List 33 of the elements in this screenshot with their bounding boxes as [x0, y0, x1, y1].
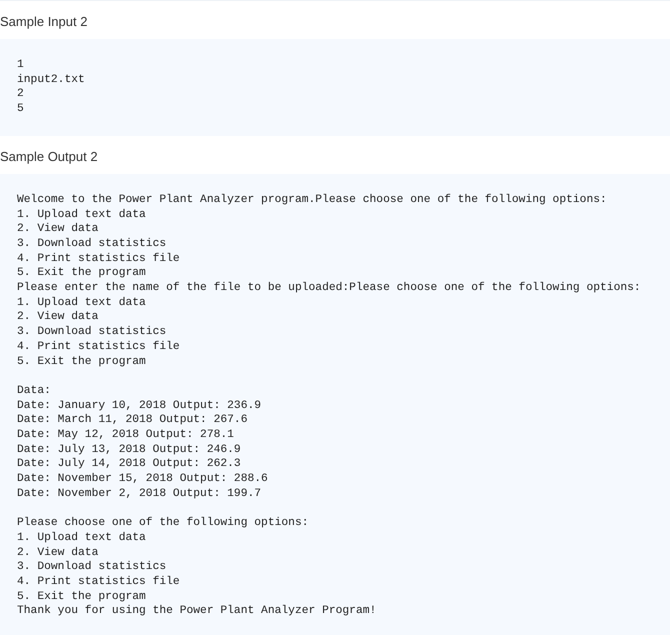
code-line: 2. View data — [17, 310, 100, 326]
code-line: 1. Upload text data — [17, 530, 147, 546]
code-line: Please enter the name of the file to be uploaded:Please choose one of the following options: — [17, 281, 642, 296]
code-line: 5. Exit the program — [17, 266, 147, 282]
code-line: Date: May 12, 2018 Output: 278.1 — [17, 428, 235, 443]
code-line: 2 — [17, 87, 25, 102]
code-line: Data: — [17, 384, 52, 399]
code-line: Date: July 14, 2018 Output: 262.3 — [17, 457, 242, 472]
code-line: 4. Print statistics file — [17, 340, 181, 355]
code-line: Please choose one of the following options: — [17, 516, 310, 531]
code-line: input2.txt — [17, 72, 86, 88]
code-line: Thank you for using the Power Plant Analyzer Program! — [17, 604, 378, 620]
code-line: Date: July 13, 2018 Output: 246.9 — [17, 442, 242, 458]
code-line: Date: November 2, 2018 Output: 199.7 — [17, 486, 262, 502]
code-line: 5. Exit the program — [17, 354, 147, 370]
section-heading: Sample Output 2 — [0, 148, 99, 166]
code-line: 1 — [17, 58, 25, 73]
code-line: 3. Download statistics — [17, 236, 168, 252]
code-line: 1. Upload text data — [17, 208, 147, 222]
code-line: Welcome to the Power Plant Analyzer program.Please choose one of the following options: — [17, 192, 608, 208]
code-line: 5 — [17, 102, 25, 117]
code-line: Date: January 10, 2018 Output: 236.9 — [17, 398, 262, 414]
code-line: 3. Download statistics — [17, 560, 168, 576]
code-line: 5. Exit the program — [17, 590, 147, 604]
code-line: Date: November 15, 2018 Output: 288.6 — [17, 472, 269, 487]
code-line: 2. View data — [17, 222, 100, 237]
code-line: 4. Print statistics file — [17, 252, 181, 266]
code-line: 2. View data — [17, 546, 100, 560]
code-line: Date: March 11, 2018 Output: 267.6 — [17, 413, 248, 428]
section-heading: Sample Input 2 — [0, 13, 88, 31]
code-line: 3. Download statistics — [17, 325, 168, 340]
code-line: 4. Print statistics file — [17, 575, 181, 590]
code-line: 1. Upload text data — [17, 296, 147, 310]
